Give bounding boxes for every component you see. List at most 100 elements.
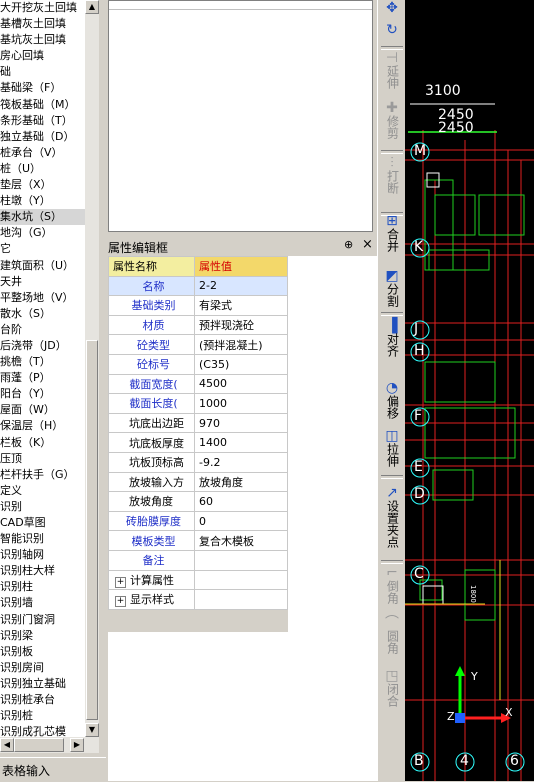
- tree-item[interactable]: 大开挖灰土回填: [0, 0, 85, 16]
- property-value[interactable]: 60: [194, 491, 288, 512]
- property-row[interactable]: 名称 2-2: [108, 275, 288, 297]
- tree-item[interactable]: 识别独立基础: [0, 676, 85, 692]
- tree-item[interactable]: 基础梁（F）: [0, 80, 85, 96]
- property-value[interactable]: 1000: [194, 393, 288, 414]
- tree-item[interactable]: 地沟（G）: [0, 225, 85, 241]
- tree-item[interactable]: 识别板: [0, 644, 85, 660]
- tree-item[interactable]: CAD草图: [0, 515, 85, 531]
- property-value[interactable]: -9.2: [194, 451, 288, 473]
- property-row[interactable]: + 显示样式: [108, 589, 288, 610]
- tree-vertical-scrollbar[interactable]: ▲ ▼: [85, 0, 99, 737]
- property-value[interactable]: 0: [194, 510, 288, 532]
- property-value[interactable]: 1400: [194, 432, 288, 453]
- grid-row[interactable]: [109, 1, 372, 10]
- tree-item[interactable]: 识别柱大样: [0, 563, 85, 579]
- tree-item[interactable]: 识别成孔芯模: [0, 724, 85, 737]
- tree-item[interactable]: 台阶: [0, 322, 85, 338]
- tree-item[interactable]: 基槽灰土回填: [0, 16, 85, 32]
- property-row[interactable]: 砖胎膜厚度 0: [108, 510, 288, 532]
- property-row[interactable]: 模板类型 复合木模板: [108, 530, 288, 551]
- tree-item[interactable]: 识别门窗洞: [0, 612, 85, 628]
- tree-item[interactable]: 栏板（K）: [0, 435, 85, 451]
- tree-item[interactable]: 房心回填: [0, 48, 85, 64]
- property-row[interactable]: 截面宽度(4500: [108, 373, 288, 395]
- property-row[interactable]: 材质 预拌现浇砼: [108, 314, 288, 336]
- tree-item[interactable]: 保温层（H）: [0, 418, 85, 434]
- expand-icon[interactable]: +: [115, 576, 126, 588]
- property-value[interactable]: 预拌现浇砼: [194, 314, 288, 336]
- tree-horizontal-scrollbar[interactable]: ◀ ▶: [0, 737, 99, 753]
- tree-item[interactable]: 识别: [0, 499, 85, 515]
- tree-item[interactable]: 识别桩: [0, 708, 85, 724]
- tree-item[interactable]: 挑檐（T）: [0, 354, 85, 370]
- tree-item[interactable]: 基坑灰土回填: [0, 32, 85, 48]
- property-value[interactable]: 有梁式: [194, 295, 288, 316]
- tree-item[interactable]: 独立基础（D）: [0, 129, 85, 145]
- property-value[interactable]: 2-2: [194, 275, 288, 297]
- property-value[interactable]: [194, 589, 288, 610]
- tree-item[interactable]: 桩（U）: [0, 161, 85, 177]
- tree-item[interactable]: 识别轴网: [0, 547, 85, 563]
- close-icon[interactable]: ×: [362, 237, 373, 252]
- tree-item[interactable]: 压顶: [0, 451, 85, 467]
- scroll-up-icon[interactable]: ▲: [85, 0, 99, 14]
- h-scroll-thumb[interactable]: [14, 738, 64, 752]
- property-row[interactable]: 砼类型 (预拌混凝土): [108, 334, 288, 355]
- toolbar-button[interactable]: ⫶ 打断: [380, 156, 404, 205]
- property-row[interactable]: 截面长度(1000: [108, 393, 288, 414]
- property-value[interactable]: 复合木模板: [194, 530, 288, 551]
- toolbar-button[interactable]: ↻: [380, 23, 404, 44]
- toolbar-button[interactable]: ▐ 对齐: [380, 319, 404, 376]
- tree-item[interactable]: 集水坑（S）: [0, 209, 85, 226]
- property-value[interactable]: (C35): [194, 353, 288, 375]
- toolbar-button[interactable]: ✚ 修剪: [380, 101, 404, 150]
- property-row[interactable]: 砼标号 (C35): [108, 353, 288, 375]
- tree-item[interactable]: 栏杆扶手（G）: [0, 467, 85, 483]
- tree-item[interactable]: 识别桩承台: [0, 692, 85, 708]
- property-row[interactable]: 基础类别 有梁式: [108, 295, 288, 316]
- tree-item[interactable]: 识别房间: [0, 660, 85, 676]
- toolbar-button[interactable]: ◫ 拉伸: [380, 429, 404, 474]
- pin-icon[interactable]: ⊕: [344, 238, 353, 251]
- toolbar-button[interactable]: ◩ 分割: [380, 269, 404, 318]
- property-row[interactable]: + 计算属性: [108, 569, 288, 591]
- property-row[interactable]: 坑板顶标高 -9.2: [108, 451, 288, 473]
- toolbar-button[interactable]: ⊣ 延伸: [380, 51, 404, 100]
- scroll-left-icon[interactable]: ◀: [0, 738, 14, 752]
- property-value[interactable]: 4500: [194, 373, 288, 395]
- property-row[interactable]: 备注: [108, 549, 288, 571]
- scroll-right-icon[interactable]: ▶: [70, 738, 84, 752]
- toolbar-button[interactable]: ⌒ 圆角: [380, 616, 404, 661]
- scroll-down-icon[interactable]: ▼: [85, 723, 99, 737]
- tree-item[interactable]: 平整场地（V）: [0, 290, 85, 306]
- property-value[interactable]: (预拌混凝土): [194, 334, 288, 355]
- tree-item[interactable]: 散水（S）: [0, 306, 85, 322]
- tree-item[interactable]: 它: [0, 241, 85, 257]
- tree-item[interactable]: 天井: [0, 274, 85, 290]
- property-value[interactable]: [194, 549, 288, 571]
- toolbar-button[interactable]: ⊞ 合并: [380, 214, 404, 263]
- tree-item[interactable]: 智能识别: [0, 531, 85, 547]
- tree-item[interactable]: 识别梁: [0, 628, 85, 644]
- tree-item[interactable]: 础: [0, 64, 85, 80]
- tree-item[interactable]: 识别柱: [0, 579, 85, 595]
- tree-item[interactable]: 条形基础（T）: [0, 113, 85, 129]
- toolbar-button[interactable]: ⌐ 倒角: [380, 566, 404, 611]
- property-value[interactable]: 970: [194, 412, 288, 434]
- scroll-thumb[interactable]: [86, 340, 98, 720]
- property-row[interactable]: 坑底板厚度 1400: [108, 432, 288, 453]
- tree-item[interactable]: 柱墩（Y）: [0, 193, 85, 209]
- table-input-tab[interactable]: 表格输入: [0, 757, 106, 782]
- tree-item[interactable]: 筏板基础（M）: [0, 97, 85, 113]
- tree-item[interactable]: 桩承台（V）: [0, 145, 85, 161]
- tree-item[interactable]: 定义: [0, 483, 85, 499]
- tree-item[interactable]: 垫层（X）: [0, 177, 85, 193]
- tree-item[interactable]: 后浇带（JD）: [0, 338, 85, 354]
- tree-item[interactable]: 雨蓬（P）: [0, 370, 85, 386]
- tree-item[interactable]: 识别墙: [0, 595, 85, 611]
- toolbar-button[interactable]: ↗ 设置夹点: [380, 486, 404, 559]
- tree-item[interactable]: 建筑面积（U）: [0, 258, 85, 274]
- property-row[interactable]: 放坡角度 60: [108, 491, 288, 512]
- property-row[interactable]: 放坡输入方 放坡角度: [108, 471, 288, 493]
- expand-icon[interactable]: +: [115, 596, 126, 608]
